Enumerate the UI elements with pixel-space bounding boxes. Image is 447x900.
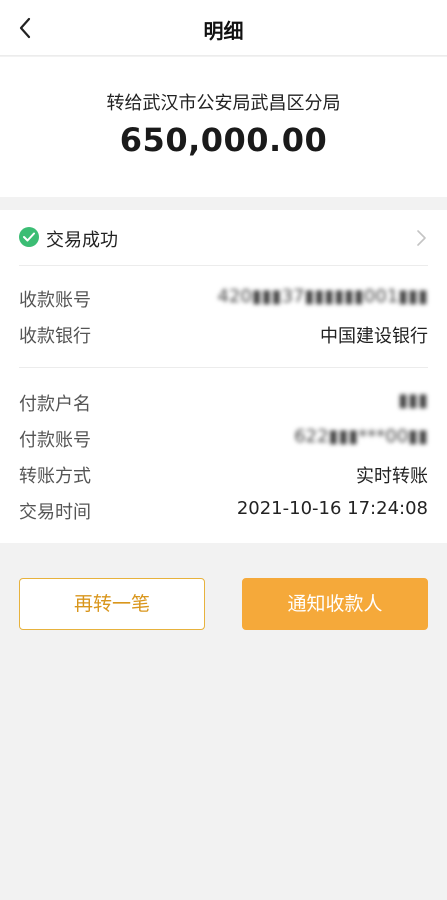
detail-label: 收款银行 <box>19 326 91 347</box>
transfer-summary: 转给武汉市公安局武昌区分局 650,000.00 <box>0 57 447 197</box>
divider <box>19 265 428 266</box>
nav-bar: 明细 <box>0 0 447 56</box>
chevron-right-icon <box>415 228 429 248</box>
detail-row-method: 转账方式 实时转账 <box>0 458 447 492</box>
detail-value: ▮▮▮ <box>398 390 428 411</box>
detail-label: 付款户名 <box>19 394 91 415</box>
detail-label: 转账方式 <box>19 466 91 487</box>
status-row[interactable]: 交易成功 <box>0 210 447 266</box>
detail-value: 622▮▮▮***00▮▮ <box>294 426 428 447</box>
detail-row-time: 交易时间 2021-10-16 17:24:08 <box>0 494 447 528</box>
detail-label: 付款账号 <box>19 430 91 451</box>
detail-row-payer-name: 付款户名 ▮▮▮ <box>0 386 447 420</box>
transfer-again-button[interactable]: 再转一笔 <box>19 578 205 630</box>
transfer-amount: 650,000.00 <box>119 121 328 159</box>
detail-label: 交易时间 <box>19 502 91 523</box>
status-label: 交易成功 <box>46 230 118 251</box>
detail-value: 实时转账 <box>356 466 428 487</box>
divider <box>19 367 428 368</box>
page-title: 明细 <box>203 19 244 43</box>
check-circle-icon <box>19 227 39 247</box>
detail-value: 2021-10-16 17:24:08 <box>236 498 428 519</box>
detail-row-payer-account: 付款账号 622▮▮▮***00▮▮ <box>0 422 447 456</box>
detail-row-account: 收款账号 420▮▮▮37▮▮▮▮▮▮001▮▮▮ <box>0 282 447 316</box>
action-buttons: 再转一笔 通知收款人 <box>0 578 447 632</box>
detail-row-bank: 收款银行 中国建设银行 <box>0 318 447 352</box>
payee-name: 转给武汉市公安局武昌区分局 <box>106 93 341 114</box>
notify-payee-button[interactable]: 通知收款人 <box>242 578 428 630</box>
details-card: 交易成功 收款账号 420▮▮▮37▮▮▮▮▮▮001▮▮▮ 收款银行 中国建设… <box>0 210 447 543</box>
detail-label: 收款账号 <box>19 290 91 311</box>
detail-value: 中国建设银行 <box>320 326 428 347</box>
detail-value: 420▮▮▮37▮▮▮▮▮▮001▮▮▮ <box>217 286 428 307</box>
